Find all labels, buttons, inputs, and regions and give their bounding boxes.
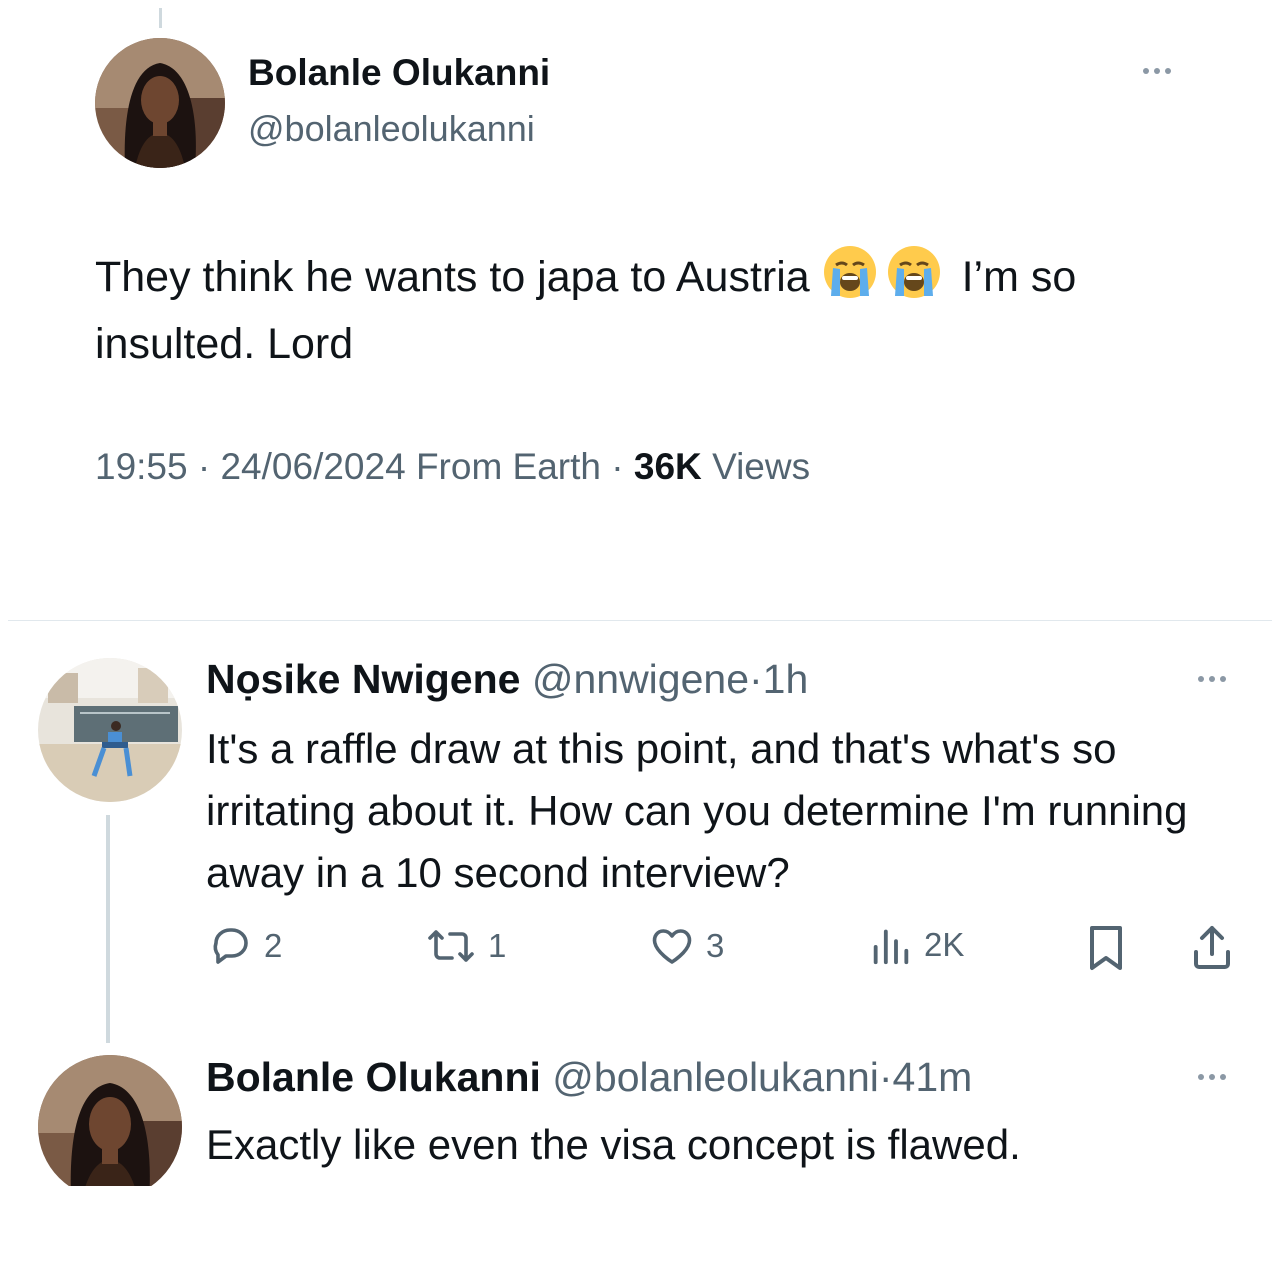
meta-separator: · (197, 446, 211, 487)
share-icon (1188, 922, 1236, 974)
like-count: 3 (706, 927, 725, 964)
meta-separator: · (749, 656, 763, 702)
like-icon (648, 922, 696, 970)
more-options-icon[interactable] (1198, 676, 1226, 682)
divider (8, 620, 1272, 621)
author-avatar[interactable] (95, 38, 225, 168)
reply-count: 2 (264, 927, 283, 964)
tweet-text-part1: They think he wants to japa to Austria (95, 253, 810, 301)
reply-time[interactable]: 1h (763, 656, 809, 702)
tweet-meta: 19:55 · 24/06/2024 From Earth · 36K View… (95, 446, 810, 488)
repost-count: 1 (488, 927, 507, 964)
loudly-crying-face-icon (886, 244, 942, 300)
thread-line (106, 815, 110, 1043)
meta-separator: · (611, 446, 624, 487)
views-label[interactable]: Views (712, 446, 810, 487)
reply-header: Nọsike Nwigene @nnwigene·1h (206, 656, 808, 703)
reply-author-name[interactable]: Bolanle Olukanni (206, 1054, 541, 1100)
reply-author-handle[interactable]: @nnwigene (532, 656, 749, 702)
reply-author-name[interactable]: Nọsike Nwigene (206, 656, 520, 702)
more-options-icon[interactable] (1143, 68, 1171, 74)
author-name[interactable]: Bolanle Olukanni (248, 52, 550, 94)
loudly-crying-face-icon (822, 244, 878, 300)
repost-button[interactable]: 1 (424, 922, 506, 970)
reply-author-handle[interactable]: @bolanleolukanni (552, 1054, 879, 1100)
meta-separator: · (878, 1054, 893, 1100)
more-options-icon[interactable] (1198, 1074, 1226, 1080)
bookmark-icon (1082, 922, 1130, 974)
reply-button[interactable]: 2 (206, 922, 282, 970)
reply-avatar[interactable] (38, 1055, 182, 1199)
reply-text: Exactly like even the visa concept is fl… (206, 1121, 1021, 1168)
reply-time[interactable]: 41m (893, 1054, 973, 1100)
views-icon (868, 922, 914, 968)
tweet-time[interactable]: 19:55 (95, 446, 188, 487)
like-button[interactable]: 3 (648, 922, 724, 970)
tweet-text: They think he wants to japa to Austria I… (95, 244, 1215, 378)
repost-icon (424, 922, 478, 970)
bookmark-button[interactable] (1082, 922, 1130, 974)
reply-avatar[interactable] (38, 658, 182, 802)
tweet-date[interactable]: 24/06/2024 (220, 446, 405, 487)
reply-icon (206, 922, 254, 970)
reply-header: Bolanle Olukanni @bolanleolukanni·41m (206, 1054, 972, 1101)
views-button[interactable]: 2K (868, 922, 964, 968)
reply-text: It's a raffle draw at this point, and th… (206, 725, 1188, 896)
views-count-reply: 2K (924, 926, 965, 963)
bottom-crop (0, 1186, 1280, 1280)
share-button[interactable] (1188, 922, 1236, 974)
author-handle[interactable]: @bolanleolukanni (248, 108, 535, 150)
thread-connector-top (159, 8, 162, 28)
views-count[interactable]: 36K (634, 446, 702, 487)
action-bar: 2 1 3 2K (206, 922, 1246, 982)
tweet-source: From Earth (415, 446, 601, 487)
